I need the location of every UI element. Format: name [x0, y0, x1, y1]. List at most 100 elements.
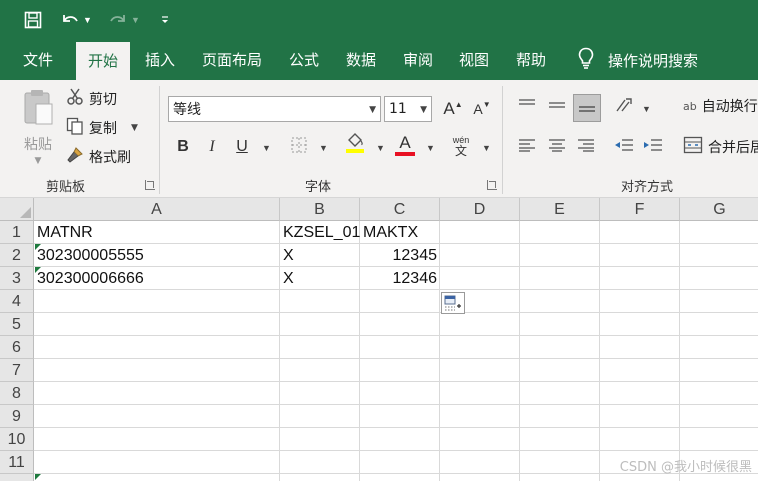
triangle-down-icon: ▼ [482, 100, 491, 109]
cell-b3[interactable]: X [280, 267, 360, 290]
tab-data[interactable]: 数据 [335, 40, 387, 80]
merge-center-button[interactable]: 合并后居中 [683, 136, 758, 158]
column-header-f[interactable]: F [600, 198, 680, 221]
decrease-indent-button[interactable] [611, 134, 637, 160]
grow-font-button[interactable]: A ▲ [440, 96, 466, 122]
chevron-down-icon[interactable]: ▼ [642, 104, 651, 114]
cell-c2[interactable]: 12345 [360, 244, 440, 267]
gridline [34, 427, 758, 428]
row-header[interactable]: 5 [0, 313, 34, 336]
chevron-down-icon[interactable]: ▼ [83, 15, 92, 25]
chevron-down-icon[interactable]: ▼ [35, 156, 42, 166]
column-header-d[interactable]: D [440, 198, 520, 221]
gridline [34, 404, 758, 405]
undo-button[interactable]: ▼ [60, 8, 92, 32]
save-button[interactable] [24, 8, 42, 32]
align-top-button[interactable] [514, 94, 540, 120]
gridline [599, 221, 600, 481]
row-header[interactable] [0, 474, 34, 481]
worksheet-grid[interactable]: A B C D E F G 1 2 3 4 5 6 7 8 9 10 11 MA… [0, 198, 758, 481]
align-bottom-button[interactable] [573, 94, 601, 122]
font-name-combo[interactable]: 等线 ▼ [168, 96, 381, 122]
column-header-a[interactable]: A [34, 198, 280, 221]
row-header[interactable]: 1 [0, 221, 34, 244]
column-header-b[interactable]: B [280, 198, 360, 221]
row-header[interactable]: 10 [0, 428, 34, 451]
fill-color-button[interactable] [342, 132, 368, 158]
row-header[interactable]: 2 [0, 244, 34, 267]
chevron-down-icon[interactable]: ▼ [131, 15, 140, 25]
tab-file[interactable]: 文件 [10, 40, 66, 80]
cell-a3[interactable]: 302300006666 [34, 267, 280, 290]
tab-page-layout[interactable]: 页面布局 [192, 40, 272, 80]
cell-c1[interactable]: MAKTX [360, 221, 440, 244]
increase-indent-button[interactable] [640, 134, 666, 160]
column-header-g[interactable]: G [680, 198, 758, 221]
align-right-button[interactable] [573, 134, 599, 160]
orientation-button[interactable] [611, 94, 637, 120]
cell-a2[interactable]: 302300005555 [34, 244, 280, 267]
chevron-down-icon[interactable]: ▼ [426, 143, 435, 153]
select-all-corner[interactable] [0, 198, 34, 221]
error-indicator-icon[interactable] [35, 244, 41, 250]
chevron-down-icon[interactable]: ▼ [369, 105, 376, 115]
underline-button[interactable]: U [229, 134, 255, 160]
italic-button[interactable]: I [199, 134, 225, 160]
chevron-down-icon[interactable]: ▼ [262, 143, 271, 153]
column-header-c[interactable]: C [360, 198, 440, 221]
column-header-e[interactable]: E [520, 198, 600, 221]
paste-options-icon [442, 295, 464, 316]
tab-home[interactable]: 开始 [76, 42, 130, 80]
chevron-down-icon[interactable]: ▼ [131, 123, 138, 133]
copy-button[interactable]: 复制 ▼ [66, 117, 138, 139]
ribbon-tabs: 文件 开始 插入 页面布局 公式 数据 审阅 视图 帮助 操作说明搜索 [0, 40, 758, 80]
cell-a1[interactable]: MATNR [34, 221, 280, 244]
row-header[interactable]: 7 [0, 359, 34, 382]
row-header[interactable]: 8 [0, 382, 34, 405]
cell-b2[interactable]: X [280, 244, 360, 267]
paste-options-button[interactable] [441, 292, 465, 314]
chevron-down-icon[interactable]: ▼ [420, 105, 427, 115]
shrink-font-button[interactable]: A ▼ [469, 96, 495, 122]
increase-indent-icon [643, 138, 663, 157]
format-painter-button[interactable]: 格式刷 [66, 146, 131, 168]
row-header[interactable]: 3 [0, 267, 34, 290]
align-center-button[interactable] [544, 134, 570, 160]
cut-button[interactable]: 剪切 [66, 88, 117, 110]
cell-b1[interactable]: KZSEL_01 [280, 221, 360, 244]
chevron-down-icon[interactable]: ▼ [482, 143, 491, 153]
tab-formulas[interactable]: 公式 [278, 40, 330, 80]
error-indicator-icon[interactable] [35, 474, 41, 480]
tab-review[interactable]: 审阅 [392, 40, 444, 80]
tab-help[interactable]: 帮助 [505, 40, 557, 80]
align-middle-button[interactable] [544, 94, 570, 120]
clipboard-launcher-icon[interactable] [145, 180, 155, 190]
phonetic-guide-button[interactable]: wén 文 [448, 133, 474, 159]
tab-view[interactable]: 视图 [448, 40, 500, 80]
font-launcher-icon[interactable] [487, 180, 497, 190]
wrap-text-button[interactable]: ab 自动换行 [683, 96, 758, 116]
cell-c3[interactable]: 12346 [360, 267, 440, 290]
borders-button[interactable] [286, 134, 312, 160]
align-left-icon [518, 138, 536, 157]
row-header[interactable]: 11 [0, 451, 34, 474]
tab-insert[interactable]: 插入 [134, 40, 186, 80]
row-header[interactable]: 9 [0, 405, 34, 428]
redo-button[interactable]: ▼ [108, 8, 140, 32]
row-header[interactable]: 6 [0, 336, 34, 359]
tell-me-search[interactable]: 操作说明搜索 [578, 40, 698, 80]
customize-qat-button[interactable] [160, 8, 170, 32]
chevron-down-icon[interactable]: ▼ [319, 143, 328, 153]
align-left-button[interactable] [514, 134, 540, 160]
gridline [34, 358, 758, 359]
font-color-button[interactable]: A [392, 132, 418, 158]
align-bottom-icon [578, 99, 596, 118]
row-header[interactable]: 4 [0, 290, 34, 313]
bold-button[interactable]: B [170, 134, 196, 160]
error-indicator-icon[interactable] [35, 267, 41, 273]
font-color-letter: A [399, 133, 411, 152]
paste-button[interactable]: 粘贴 ▼ [18, 88, 58, 168]
paintbrush-icon [66, 146, 84, 168]
font-size-combo[interactable]: 11 ▼ [384, 96, 432, 122]
chevron-down-icon[interactable]: ▼ [376, 143, 385, 153]
